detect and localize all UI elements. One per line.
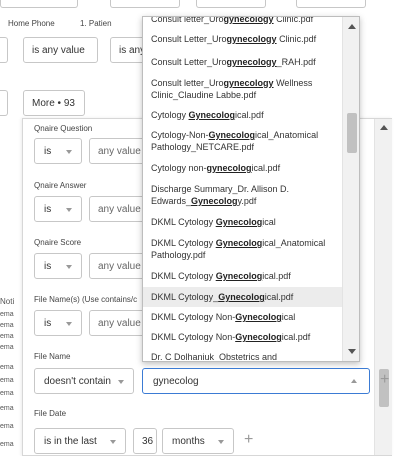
dropdown-scrollbar[interactable]	[342, 17, 359, 361]
scroll-up-icon[interactable]	[348, 24, 356, 29]
qnaire-answer-value[interactable]: any value	[89, 196, 149, 222]
file-names-label: File Name(s) (Use contains/c	[34, 295, 138, 304]
operator-value: is	[44, 317, 52, 329]
bg-fragment: Noti	[0, 297, 14, 306]
bg-fragment: ema	[0, 344, 14, 351]
file-names-operator[interactable]: is	[34, 310, 82, 336]
file-names-value[interactable]: any value	[89, 310, 149, 336]
list-item[interactable]: Cytology non-gynecological.pdf	[143, 157, 343, 179]
file-date-unit[interactable]: months	[162, 428, 234, 454]
qnaire-question-label: Qnaire Question	[34, 124, 93, 133]
chevron-up-icon	[351, 379, 357, 383]
panel-scrollbar[interactable]	[374, 119, 392, 455]
list-item[interactable]: Consult letter_Urogynecology Wellness Cl…	[143, 73, 343, 105]
list-item[interactable]: DKML Cytology Gynecological.pdf	[143, 265, 343, 287]
list-item[interactable]: Dr. C Dolhaniuk_Obstetrics and	[143, 347, 343, 361]
list-item[interactable]: DKML Cytology Non-Gynecological.pdf	[143, 327, 343, 347]
top-field-3[interactable]	[196, 0, 266, 8]
bg-fragment: ema	[0, 441, 14, 448]
list-item[interactable]: Consult Letter_Urogynecology_RAH.pdf	[143, 51, 343, 73]
qnaire-question-operator[interactable]: is	[34, 138, 82, 164]
file-date-number[interactable]: 36	[133, 428, 157, 454]
qnaire-answer-operator[interactable]: is	[34, 196, 82, 222]
file-name-search-input[interactable]: gynecolog	[142, 368, 370, 394]
patient-label: 1. Patien	[80, 19, 112, 28]
operator-value: is	[44, 203, 52, 215]
bg-fragment: ema	[0, 377, 14, 384]
operator-value: is in the last	[44, 435, 97, 447]
chevron-down-icon	[118, 380, 124, 384]
file-name-operator[interactable]: doesn't contain	[34, 368, 134, 394]
list-item[interactable]: Cytology Gynecological.pdf	[143, 105, 343, 125]
bg-fragment: ema	[0, 364, 14, 371]
top-field-1[interactable]	[0, 0, 78, 8]
list-item[interactable]: Cytology-Non-Gynecological_Anatomical Pa…	[143, 125, 343, 157]
file-date-operator[interactable]: is in the last	[34, 428, 126, 454]
bg-fragment: ema	[0, 423, 14, 430]
qnaire-answer-label: Qnaire Answer	[34, 181, 87, 190]
operator-value: doesn't contain	[44, 375, 111, 387]
operator-value: is	[44, 260, 52, 272]
list-item[interactable]: Discharge Summary_Dr. Allison D. Edwards…	[143, 179, 343, 211]
more-filters-button[interactable]: More • 93	[23, 90, 85, 116]
bg-fragment: ema	[0, 405, 14, 412]
list-item[interactable]: DKML Cytology Gynecological	[143, 211, 343, 233]
bg-fragment: ema	[0, 333, 14, 340]
top-field-4[interactable]	[296, 0, 366, 8]
left-edge-field[interactable]	[0, 37, 8, 63]
list-item[interactable]: Consult letter_Urogynecology Clinic.pdf	[143, 17, 343, 27]
qnaire-score-label: Qnaire Score	[34, 238, 82, 247]
file-name-label: File Name	[34, 352, 71, 361]
scroll-up-icon[interactable]	[380, 125, 388, 130]
chevron-down-icon	[66, 322, 72, 326]
scroll-down-icon[interactable]	[348, 349, 356, 354]
list-item[interactable]: Consult Letter_Urogynecology Clinic.pdf	[143, 27, 343, 51]
qnaire-question-value[interactable]: any value	[89, 138, 149, 164]
chevron-down-icon	[66, 208, 72, 212]
chevron-down-icon	[110, 440, 116, 444]
list-item[interactable]: DKML Cytology Non-Gynecological	[143, 307, 343, 327]
operator-value: is	[44, 145, 52, 157]
chevron-down-icon	[66, 265, 72, 269]
bg-fragment: ema	[0, 322, 14, 329]
list-item[interactable]: DKML Cytology Gynecological_Anatomical P…	[143, 233, 343, 265]
home-phone-filter[interactable]: is any value	[23, 37, 98, 63]
top-field-2[interactable]	[110, 0, 180, 8]
home-phone-label: Home Phone	[8, 19, 55, 28]
add-file-date-icon[interactable]: +	[244, 432, 253, 448]
search-value: gynecolog	[153, 375, 199, 387]
bg-fragment: ema	[0, 390, 14, 397]
file-name-suggestions: Consult letter_Urogynecology Clinic.pdf …	[142, 16, 360, 362]
chevron-down-icon	[218, 440, 224, 444]
unit-value: months	[172, 435, 205, 447]
bg-fragment: ema	[0, 311, 14, 318]
qnaire-score-value[interactable]: any value	[89, 253, 149, 279]
list-item-highlighted[interactable]: DKML Cytology_Gynecological.pdf	[143, 287, 343, 307]
chevron-down-icon	[66, 150, 72, 154]
qnaire-score-operator[interactable]: is	[34, 253, 82, 279]
scroll-thumb[interactable]	[347, 113, 357, 153]
file-date-label: File Date	[34, 409, 67, 418]
add-file-name-icon[interactable]: +	[380, 372, 389, 388]
left-edge-field-2[interactable]	[0, 90, 8, 116]
